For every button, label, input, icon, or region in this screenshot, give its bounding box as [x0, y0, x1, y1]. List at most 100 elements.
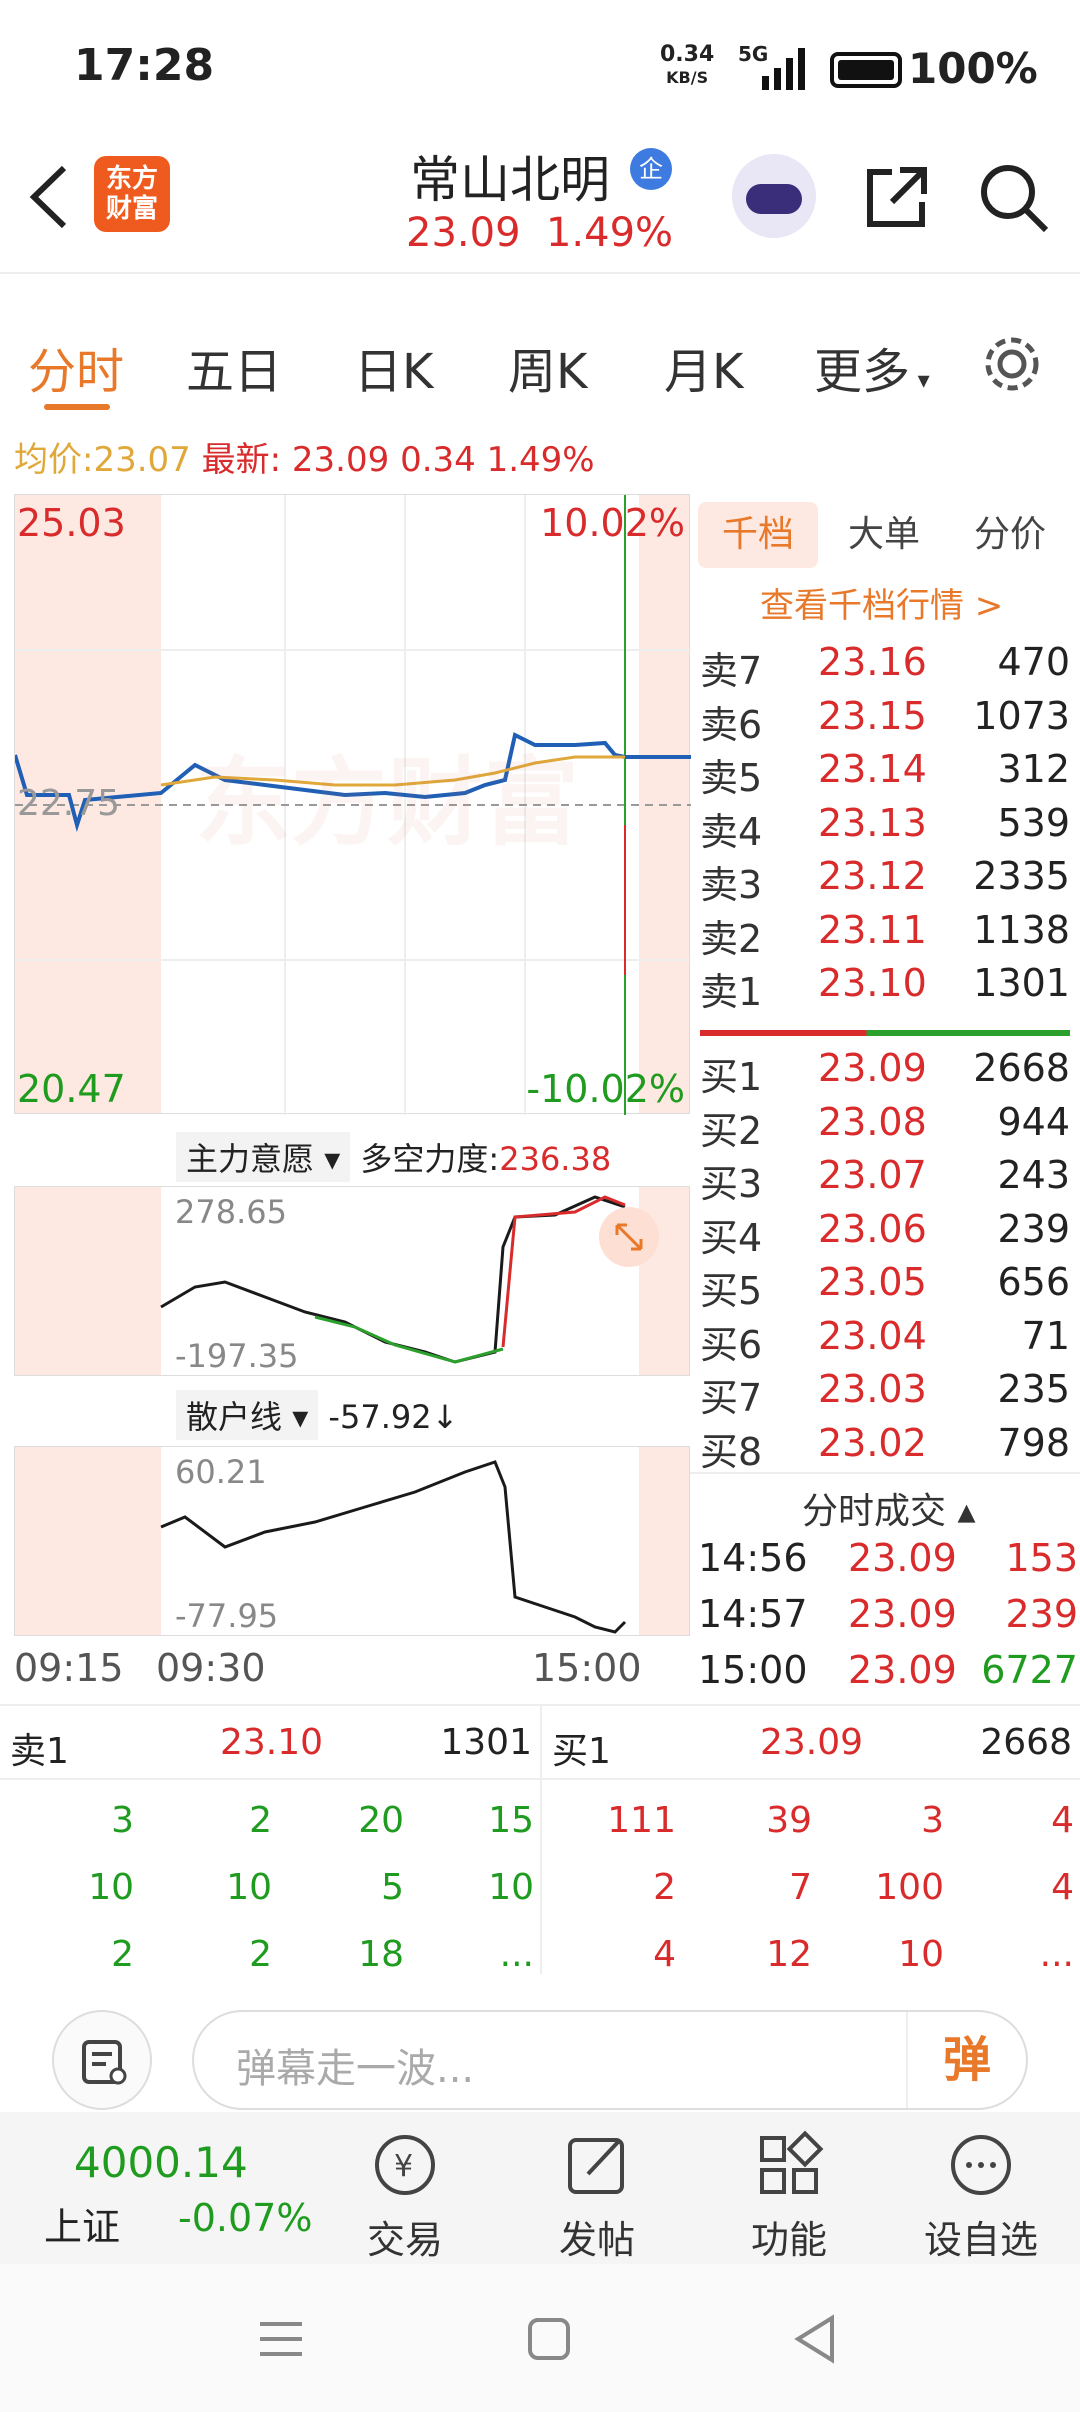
- indicator2-select[interactable]: 散户线 ▾: [176, 1390, 319, 1440]
- trade-row[interactable]: 14:57 23.09 239: [698, 1592, 1078, 1644]
- queue-cell: 10: [898, 1934, 944, 1975]
- tab-underline: [44, 404, 110, 410]
- svg-text:¥: ¥: [394, 2149, 413, 2184]
- trade-volume: 239: [1005, 1592, 1078, 1636]
- nav-add-watchlist[interactable]: 设自选: [906, 2130, 1056, 2264]
- ask-level-row[interactable]: 卖5 23.14 312: [700, 747, 1070, 801]
- bid-level-row[interactable]: 买7 23.03 235: [700, 1367, 1070, 1421]
- expand-icon[interactable]: [599, 1207, 659, 1267]
- settings-icon[interactable]: [980, 332, 1044, 396]
- level-volume: 798: [997, 1420, 1070, 1465]
- tab-monthly-k[interactable]: 月K: [664, 332, 743, 402]
- bid-level-row[interactable]: 买8 23.02 798: [700, 1421, 1070, 1475]
- danmaku-settings-icon: [82, 2040, 127, 2085]
- level-volume: 656: [997, 1260, 1070, 1304]
- level-price: 23.04: [818, 1313, 927, 1358]
- time-tick: 15:00: [532, 1646, 642, 1690]
- ask-level-row[interactable]: 卖2 23.11 1138: [700, 908, 1070, 962]
- app-logo[interactable]: 东方 财富: [94, 156, 170, 232]
- trade-volume: 6727: [981, 1648, 1078, 1692]
- index-value[interactable]: 4000.14: [74, 2138, 248, 2187]
- menu-icon[interactable]: [256, 2314, 306, 2364]
- functions-icon: [760, 2130, 824, 2194]
- tab-intraday[interactable]: 分时: [28, 332, 124, 402]
- tab-price-distribution[interactable]: 分价: [950, 502, 1070, 568]
- ask-level-row[interactable]: 卖1 23.10 1301: [700, 961, 1070, 1015]
- search-icon[interactable]: [976, 160, 1052, 236]
- bid-level-row[interactable]: 买5 23.05 656: [700, 1260, 1070, 1314]
- danmaku-settings-button[interactable]: [52, 2010, 152, 2110]
- queue-cell: 3: [111, 1800, 134, 1841]
- tab-big-orders[interactable]: 大单: [824, 502, 944, 568]
- divider: [0, 272, 1080, 274]
- ask-level-row[interactable]: 卖3 23.12 2335: [700, 854, 1070, 908]
- sell1-label: 卖1: [10, 1731, 69, 1772]
- queue-cell: 2: [653, 1867, 676, 1908]
- level-price: 23.03: [818, 1367, 927, 1411]
- indicator2-chart[interactable]: 60.21 -77.95: [14, 1446, 690, 1636]
- level-label: 卖7: [700, 649, 763, 693]
- danmaku-send-button[interactable]: 弹: [906, 2012, 1026, 2108]
- level-price: 23.10: [818, 961, 927, 1005]
- tab-thousand-levels[interactable]: 千档: [698, 502, 818, 568]
- index-name[interactable]: 上证: [44, 2196, 120, 2251]
- queue-cell: 10: [488, 1867, 534, 1908]
- home-icon[interactable]: [524, 2314, 574, 2364]
- assistant-avatar[interactable]: [732, 154, 816, 238]
- trade-price: 23.09: [848, 1592, 957, 1636]
- queue-cell: 4: [1051, 1867, 1074, 1908]
- index-pct[interactable]: -0.07%: [178, 2196, 312, 2240]
- nav-trade[interactable]: ¥ 交易: [330, 2130, 480, 2264]
- level-label: 买7: [700, 1376, 763, 1420]
- ask-level-row[interactable]: 卖6 23.15 1073: [700, 694, 1070, 748]
- level-label: 买6: [700, 1322, 763, 1367]
- bid-level-row[interactable]: 买1 23.09 2668: [700, 1046, 1070, 1100]
- system-nav-bar: [0, 2264, 1080, 2412]
- danmaku-placeholder: 弹幕走一波...: [236, 2046, 475, 2092]
- ask-level-row[interactable]: 卖4 23.13 539: [700, 801, 1070, 855]
- level-volume: 2668: [973, 1046, 1070, 1090]
- queue-cell: 7: [789, 1867, 812, 1908]
- danmaku-input[interactable]: 弹幕走一波... 弹: [192, 2010, 1028, 2110]
- indicator1-chart[interactable]: 278.65 -197.35: [14, 1186, 690, 1376]
- nav-functions[interactable]: 功能: [714, 2130, 864, 2264]
- bid-level-row[interactable]: 买6 23.04 71: [700, 1314, 1070, 1368]
- queue-cell: 100: [875, 1867, 944, 1908]
- intraday-chart[interactable]: 东方财富 25.03 10.02% 22.75 20.47 -10.02%: [14, 494, 691, 1115]
- bid-level-row[interactable]: 买3 23.07 243: [700, 1153, 1070, 1207]
- trades-title[interactable]: 分时成交 ▴: [802, 1482, 976, 1534]
- trade-row[interactable]: 15:00 23.09 6727: [698, 1648, 1078, 1700]
- tab-daily-k[interactable]: 日K: [354, 332, 433, 402]
- tab-5day[interactable]: 五日: [186, 332, 282, 402]
- indicator2-header: 散户线 ▾ -57.92↓: [176, 1390, 458, 1440]
- level-price: 23.06: [818, 1206, 927, 1251]
- queue-cell: 4: [653, 1934, 676, 1975]
- bid-level-row[interactable]: 买4 23.06 239: [700, 1207, 1070, 1261]
- level-price: 23.09: [818, 1046, 927, 1090]
- indicator1-select[interactable]: 主力意愿 ▾: [176, 1132, 351, 1182]
- level-label: 卖1: [700, 970, 763, 1014]
- level-label: 买3: [700, 1162, 763, 1206]
- book-divider: [700, 1030, 1070, 1036]
- back-icon[interactable]: [26, 162, 72, 232]
- divider: [0, 1778, 1080, 1780]
- queue-cell: 2: [249, 1800, 272, 1841]
- trade-time: 14:56: [698, 1536, 808, 1580]
- trade-time: 14:57: [698, 1592, 808, 1636]
- stock-price-line: 23.09 1.49%: [406, 210, 674, 256]
- trade-row[interactable]: 14:56 23.09 153: [698, 1536, 1078, 1588]
- watermark: 东方财富: [195, 747, 579, 859]
- order-book-panel: 千档 大单 分价 查看千档行情 > 卖7 23.16 470 卖6 23.15 1073 卖…: [690, 494, 1080, 1704]
- nav-trade-label: 交易: [366, 2218, 443, 2262]
- view-levels-link[interactable]: 查看千档行情 >: [760, 578, 1003, 627]
- danmaku-bar: 弹幕走一波... 弹: [0, 1990, 1080, 2120]
- share-icon[interactable]: [862, 162, 932, 232]
- ask-level-row[interactable]: 卖7 23.16 470: [700, 640, 1070, 694]
- level-price: 23.12: [818, 854, 927, 898]
- queue-cell: 12: [766, 1934, 812, 1975]
- tab-weekly-k[interactable]: 周K: [508, 332, 587, 402]
- bid-level-row[interactable]: 买2 23.08 944: [700, 1100, 1070, 1154]
- nav-post[interactable]: 发帖: [522, 2130, 672, 2264]
- tab-more[interactable]: 更多 ▾: [814, 332, 930, 402]
- back-nav-icon[interactable]: [790, 2312, 840, 2366]
